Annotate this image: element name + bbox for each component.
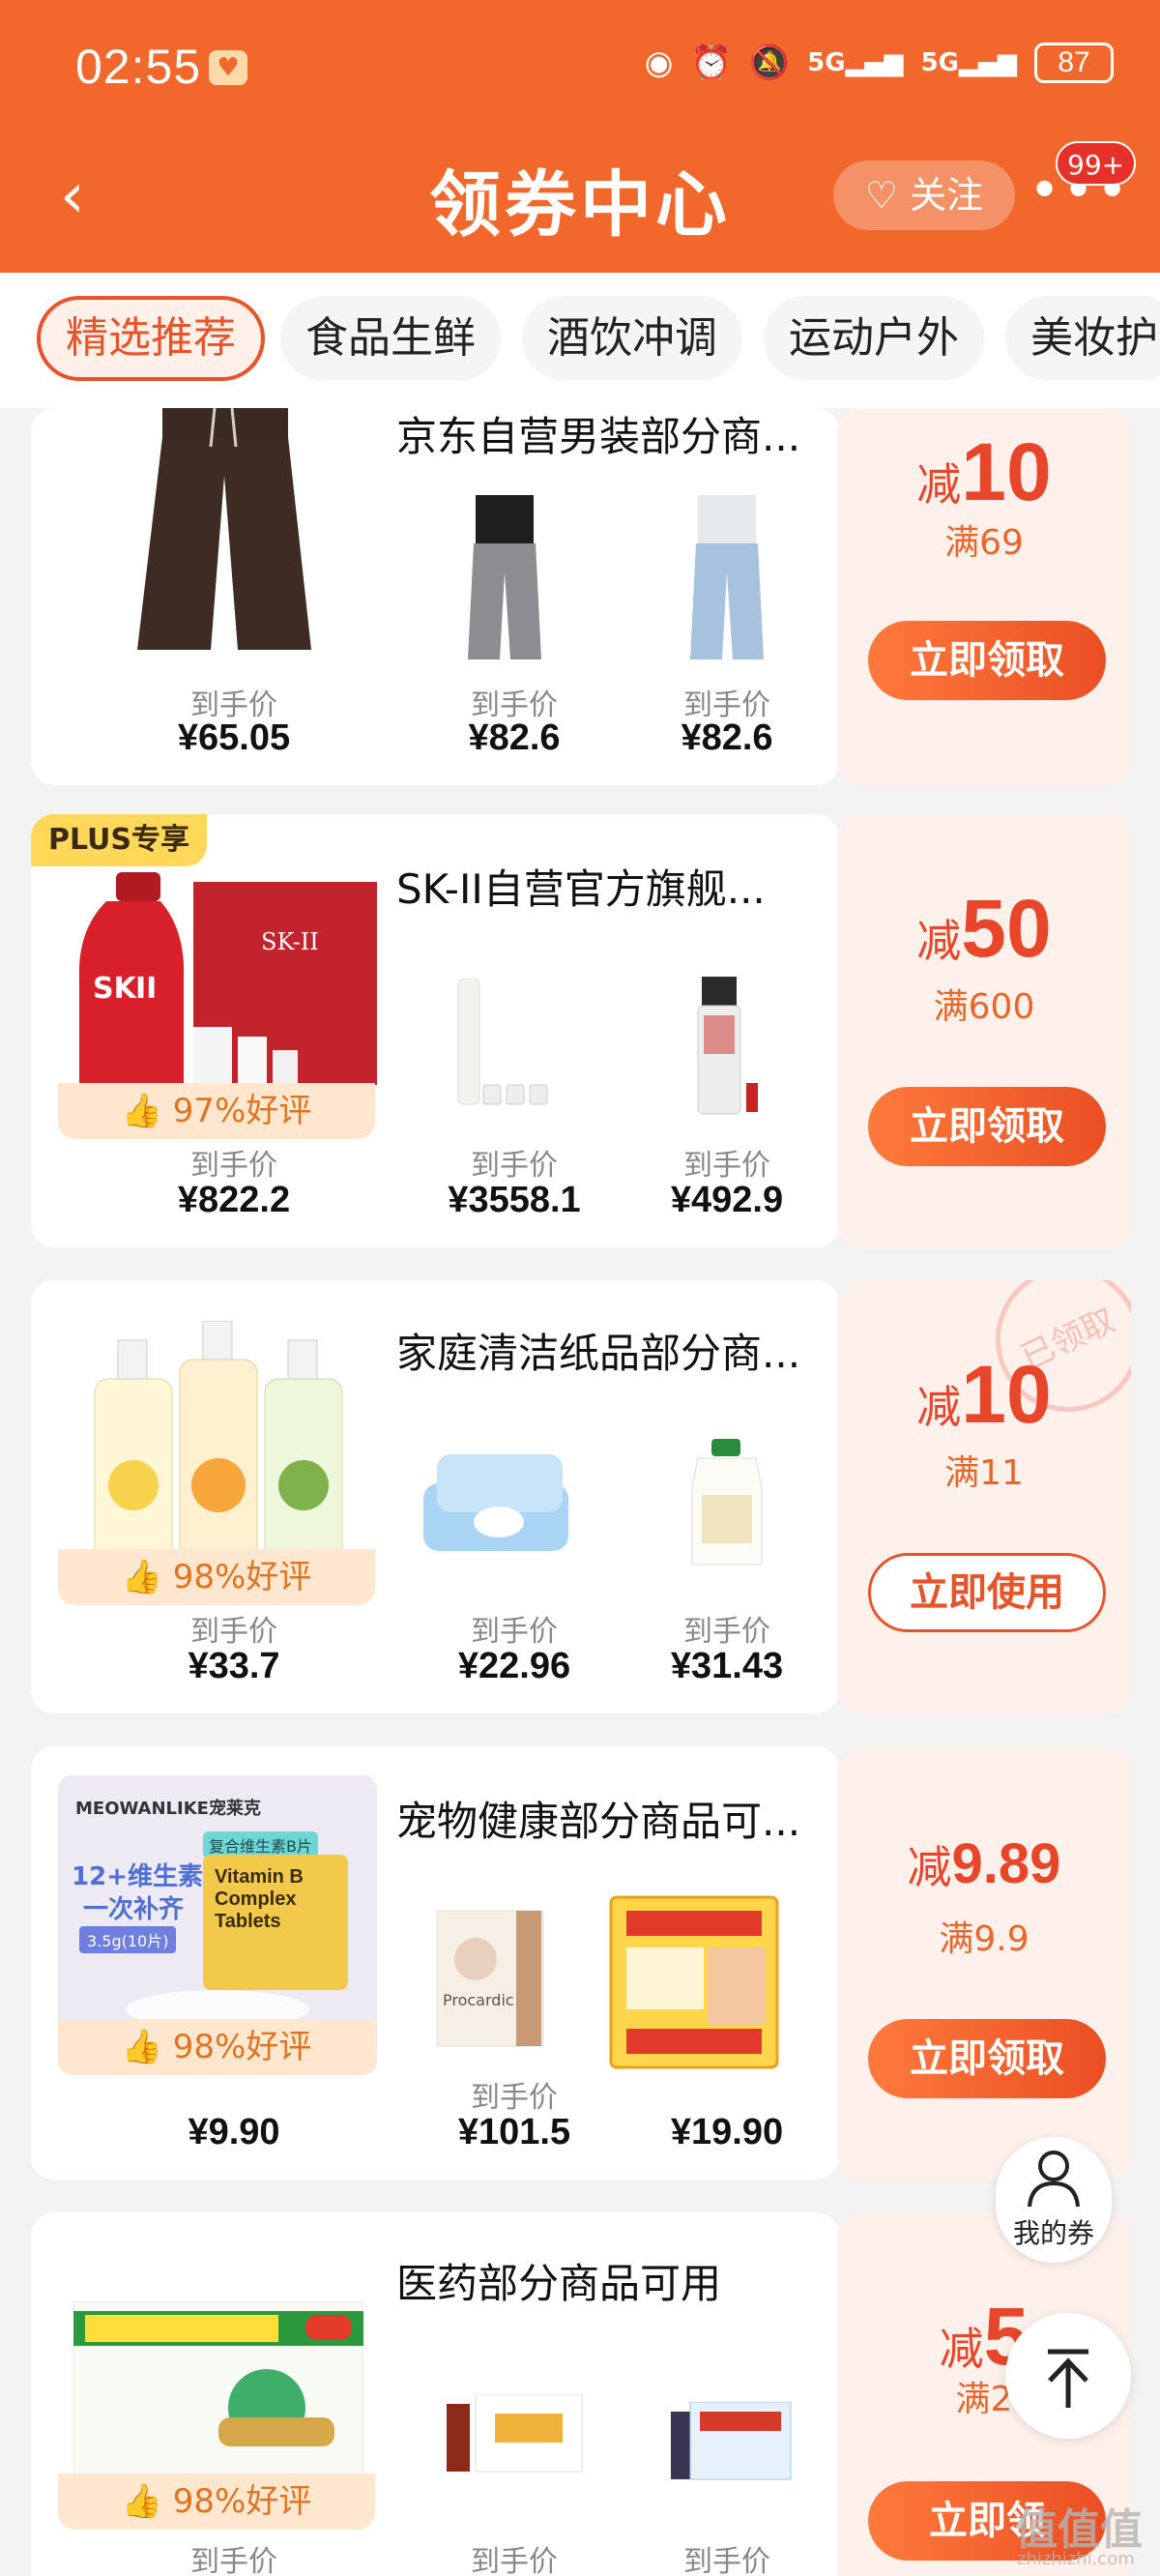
follow-button[interactable]: ♡ 关注 bbox=[833, 161, 1015, 230]
product-image[interactable] bbox=[679, 1439, 775, 1574]
product-image[interactable] bbox=[427, 979, 563, 1114]
tab-drinks[interactable]: 酒饮冲调 bbox=[522, 296, 742, 381]
health-icon: ♥ bbox=[209, 50, 247, 85]
shop-name: 宠物健康部分商品可... bbox=[396, 1798, 801, 1845]
product-image[interactable]: Procardic bbox=[427, 1901, 563, 2056]
product-image[interactable] bbox=[118, 408, 331, 659]
price-label: 到手价 bbox=[471, 2545, 558, 2576]
coupon-panel: 已领取 减10 满11 立即使用 bbox=[837, 1280, 1131, 1713]
product-price: ¥9.90 bbox=[188, 2112, 280, 2152]
watermark-url: zhizhizhi.com bbox=[1017, 2549, 1135, 2569]
status-time: 02:55 bbox=[75, 40, 202, 94]
tab-fresh-food[interactable]: 食品生鲜 bbox=[280, 296, 501, 381]
coupon-amount: 减50 bbox=[916, 883, 1052, 974]
my-coupons-label: 我的券 bbox=[1012, 2217, 1094, 2249]
product-image[interactable] bbox=[447, 495, 563, 669]
watermark: 值值值 bbox=[1015, 2505, 1143, 2555]
claim-button[interactable]: 立即领取 bbox=[868, 1087, 1106, 1166]
mute-icon: 🔕 bbox=[748, 44, 791, 82]
user-icon bbox=[1028, 2151, 1080, 2208]
tab-beauty[interactable]: 美妆护 bbox=[1005, 296, 1160, 381]
price-label: 到手价 bbox=[190, 1149, 277, 1183]
alarm-icon: ⏰ bbox=[690, 44, 732, 82]
product-image[interactable] bbox=[89, 1321, 350, 1572]
svg-text:II: II bbox=[135, 972, 157, 1006]
signal-icon-2: 5G▂▄▆ bbox=[920, 48, 1017, 77]
product-price: ¥31.43 bbox=[670, 1646, 784, 1686]
coupon-card[interactable]: MEOWANLIKE宠莱克 复合维生素B片 12+维生素 一次补齐 3.5g(1… bbox=[31, 1746, 839, 2180]
coupon-condition: 满9.9 bbox=[939, 1919, 1030, 1959]
price-label: 到手价 bbox=[190, 2545, 277, 2576]
svg-text:Procardic: Procardic bbox=[443, 1991, 514, 2009]
coupon-panel: 减10 满69 立即领取 bbox=[837, 408, 1131, 785]
shop-name: 医药部分商品可用 bbox=[396, 2260, 722, 2307]
coupon-card[interactable]: PLUS专享 SK-II SK II 👍 97%好评 SK-II自营官方旗舰..… bbox=[31, 814, 839, 1247]
claim-button[interactable]: 立即领取 bbox=[868, 621, 1106, 700]
product-image[interactable] bbox=[607, 1893, 781, 2071]
svg-text:SK-II: SK-II bbox=[261, 928, 319, 955]
notification-badge: 99+ bbox=[1056, 141, 1137, 186]
product-price: ¥101.5 bbox=[457, 2112, 571, 2152]
claim-button[interactable]: 立即领取 bbox=[868, 2019, 1106, 2098]
rating-badge: 👍 98%好评 bbox=[58, 2019, 375, 2075]
product-image[interactable] bbox=[661, 2402, 797, 2489]
shop-name: 京东自营男装部分商... bbox=[396, 413, 801, 460]
tab-outdoor[interactable]: 运动户外 bbox=[764, 296, 984, 381]
shop-name: 家庭清洁纸品部分商... bbox=[396, 1330, 801, 1377]
tab-featured[interactable]: 精选推荐 bbox=[37, 296, 265, 381]
arrow-up-icon bbox=[1048, 2349, 1088, 2408]
product-price: ¥65.05 bbox=[177, 717, 291, 758]
coupon-amount: 减9.89 bbox=[907, 1832, 1061, 1895]
price-label: 到手价 bbox=[471, 1615, 558, 1649]
use-button[interactable]: 立即使用 bbox=[868, 1553, 1106, 1632]
product-price: ¥22.96 bbox=[457, 1646, 571, 1686]
price-label: 到手价 bbox=[683, 1615, 770, 1649]
status-icons: ◉ ⏰ 🔕 5G▂▄▆ 5G▂▄▆ 87 bbox=[645, 43, 1114, 83]
status-bar: 02:55 ♥ ◉ ⏰ 🔕 5G▂▄▆ 5G▂▄▆ 87 bbox=[0, 0, 1160, 143]
price-label: 到手价 bbox=[471, 1149, 558, 1183]
coupon-condition: 满600 bbox=[933, 987, 1035, 1027]
rating-badge: 👍 97%好评 bbox=[58, 1083, 375, 1139]
shop-name: SK-II自营官方旗舰... bbox=[396, 865, 766, 913]
coupon-condition: 满69 bbox=[944, 523, 1024, 563]
coupon-card[interactable]: 👍 98%好评 已领取 家庭清洁纸品部分商... 到手价 ¥33.7 到手价 ¥… bbox=[31, 1280, 839, 1713]
coupon-panel: 减9.89 满9.9 立即领取 bbox=[837, 1746, 1131, 2180]
signal-icon: 5G▂▄▆ bbox=[807, 48, 904, 77]
svg-text:SK: SK bbox=[93, 972, 138, 1006]
product-price: ¥33.7 bbox=[188, 1646, 280, 1686]
price-label: 到手价 bbox=[471, 2081, 558, 2115]
product-price: ¥82.6 bbox=[681, 717, 773, 758]
coupon-amount: 减10 bbox=[916, 1349, 1052, 1440]
product-price: ¥822.2 bbox=[177, 1180, 291, 1220]
back-to-top-button[interactable] bbox=[1005, 2313, 1131, 2439]
product-image[interactable] bbox=[669, 495, 785, 669]
battery-icon: 87 bbox=[1034, 43, 1114, 83]
coupon-card[interactable]: 京东自营男装部分商... 到手价 ¥65.05 到手价 ¥82.6 到手价 ¥8… bbox=[31, 408, 839, 785]
price-label: 到手价 bbox=[683, 1149, 770, 1183]
product-price: ¥492.9 bbox=[670, 1180, 784, 1220]
coupon-panel: 减50 满600 立即领取 bbox=[837, 814, 1131, 1247]
product-image[interactable] bbox=[73, 2301, 363, 2485]
product-image[interactable] bbox=[418, 1454, 582, 1570]
header: 02:55 ♥ ◉ ⏰ 🔕 5G▂▄▆ 5G▂▄▆ 87 ‹ 领券中心 ♡ 关注… bbox=[0, 0, 1160, 273]
coupon-condition: 满11 bbox=[944, 1453, 1024, 1493]
eye-icon: ◉ bbox=[644, 44, 674, 82]
rating-badge: 👍 98%好评 bbox=[58, 1549, 375, 1605]
product-image[interactable] bbox=[669, 977, 785, 1122]
product-price: ¥19.90 bbox=[670, 2112, 784, 2152]
coupon-card[interactable]: 医药部分商品可用 👍 98%好评 到手价 到手价 到手价 bbox=[31, 2212, 839, 2576]
category-tabs: 精选推荐 食品生鲜 酒饮冲调 运动户外 美妆护 bbox=[0, 273, 1160, 408]
product-image[interactable]: SK-II SK II bbox=[58, 872, 377, 1112]
rating-badge: 👍 98%好评 bbox=[58, 2474, 375, 2530]
plus-badge: PLUS专享 bbox=[31, 814, 208, 866]
coupon-amount: 减10 bbox=[916, 426, 1052, 517]
my-coupons-button[interactable]: 我的券 bbox=[996, 2137, 1112, 2263]
product-price: ¥3558.1 bbox=[448, 1180, 581, 1220]
product-image[interactable] bbox=[437, 2394, 592, 2481]
price-label: 到手价 bbox=[683, 2545, 770, 2576]
product-price: ¥82.6 bbox=[468, 717, 561, 758]
price-label: 到手价 bbox=[190, 1615, 277, 1649]
